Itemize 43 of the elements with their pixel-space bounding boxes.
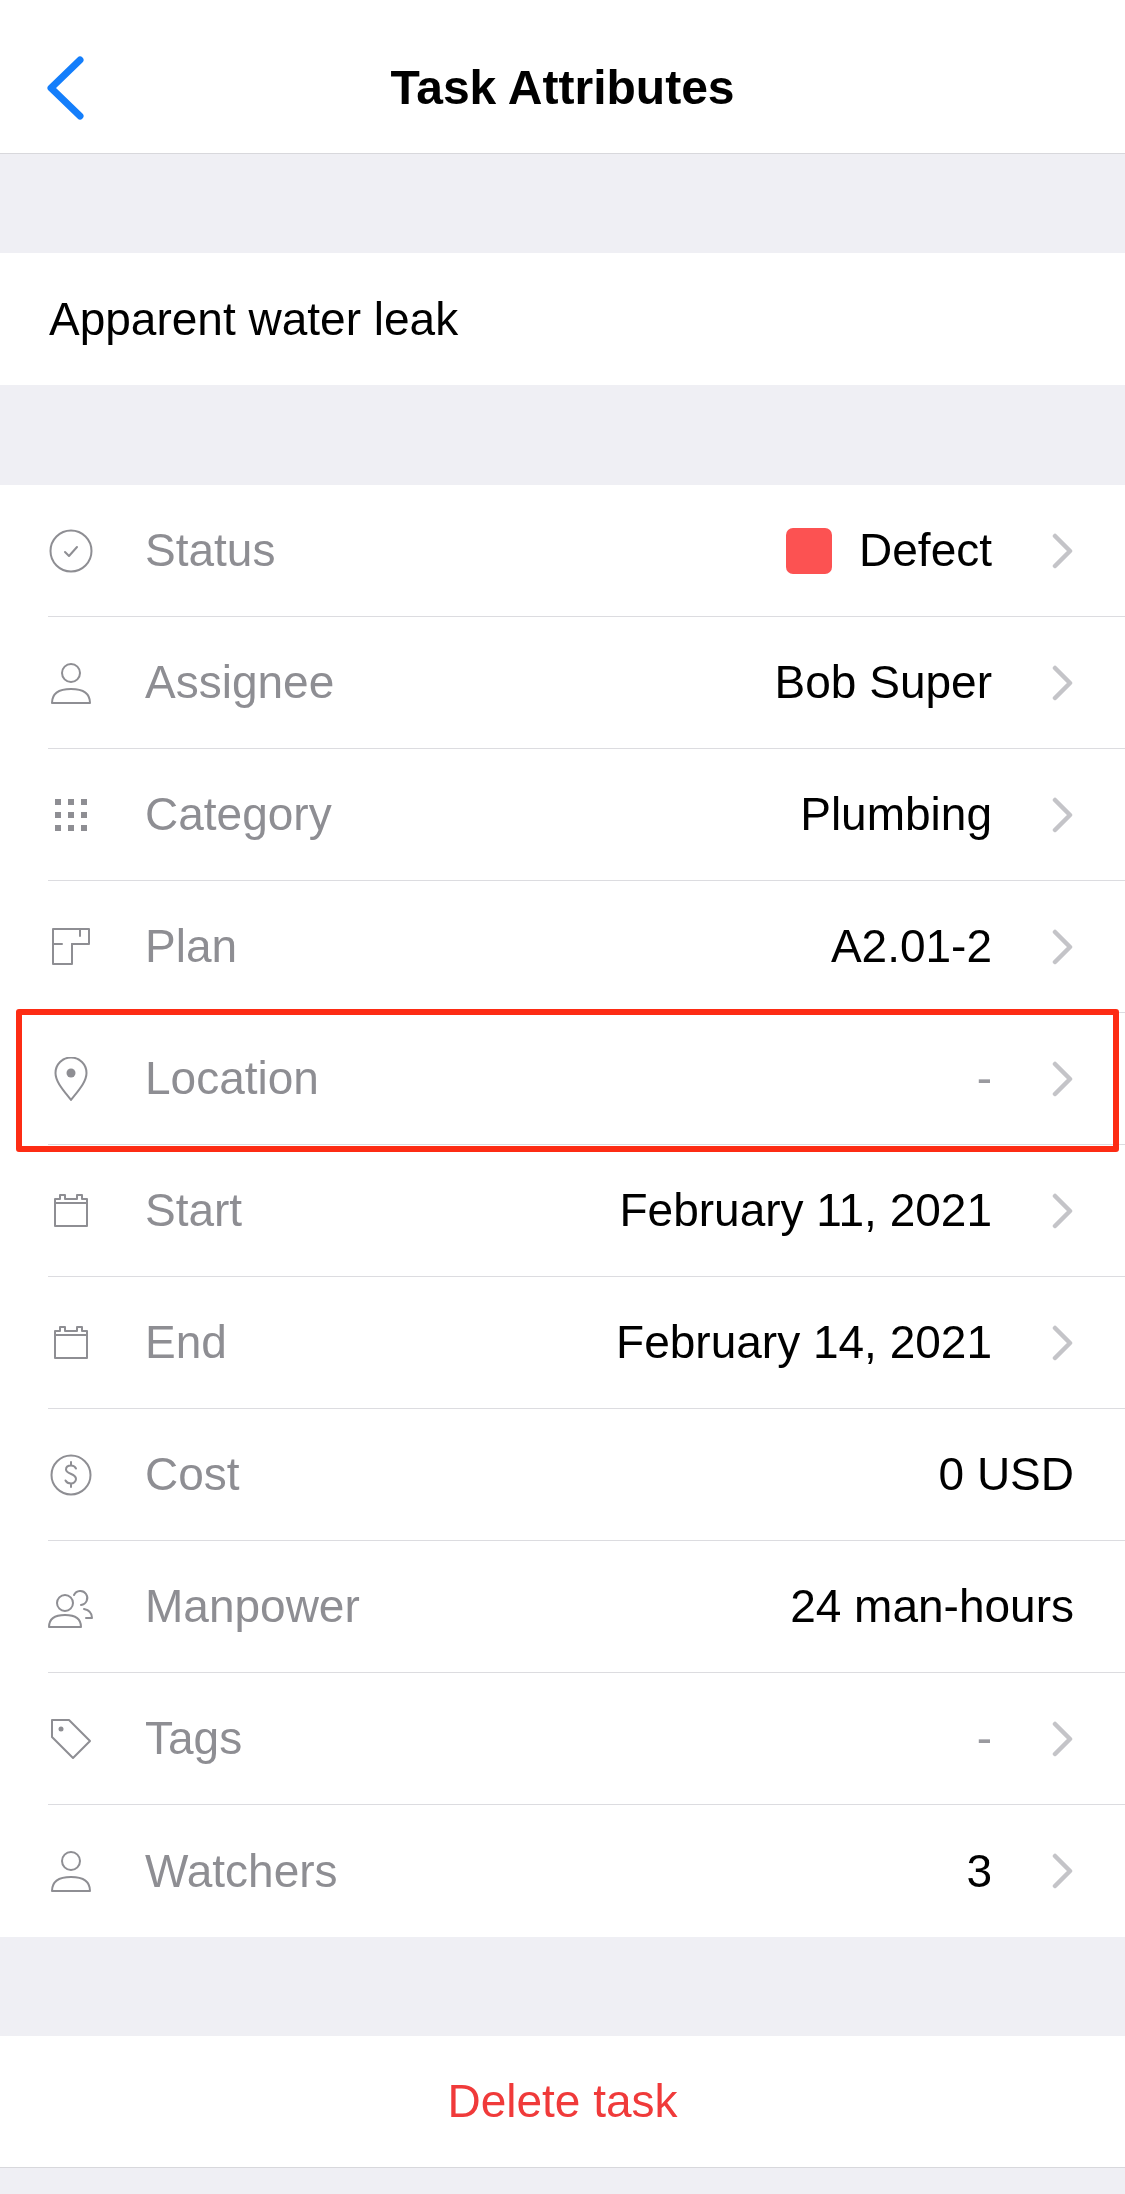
task-title: Apparent water leak: [49, 291, 459, 347]
attribute-row[interactable]: Watchers 3: [0, 1805, 1125, 1937]
calendar-icon: [54, 1194, 88, 1227]
back-chevron-icon: [45, 56, 85, 120]
attribute-label: Assignee: [145, 655, 335, 710]
attribute-row[interactable]: End February 14, 2021: [0, 1277, 1125, 1409]
location-pin-icon: [54, 1056, 88, 1101]
attribute-value: A2.01-2: [830, 919, 992, 974]
attribute-value: 24 man-hours: [790, 1579, 1074, 1634]
dollar-circle-icon: [50, 1453, 92, 1496]
attribute-label: Cost: [145, 1447, 240, 1502]
attribute-label: Location: [145, 1051, 319, 1106]
person-icon: [50, 661, 92, 704]
attribute-row[interactable]: Assignee Bob Super: [0, 617, 1125, 749]
attribute-row[interactable]: Category Plumbing: [0, 749, 1125, 881]
attribute-row[interactable]: Status Defect: [0, 485, 1125, 617]
attribute-value: February 14, 2021: [616, 1315, 992, 1370]
nav-title: Task Attributes: [390, 59, 735, 116]
attribute-value: 0 USD: [938, 1447, 1074, 1502]
attribute-value: -: [976, 1711, 992, 1766]
attribute-row[interactable]: Plan A2.01-2: [0, 881, 1125, 1013]
grid-icon: [54, 797, 88, 832]
attribute-label: Watchers: [145, 1843, 338, 1899]
attribute-row[interactable]: Start February 11, 2021: [0, 1145, 1125, 1277]
check-circle-icon: [49, 528, 93, 573]
attribute-value: February 11, 2021: [619, 1183, 992, 1238]
attribute-value: Defect: [859, 523, 992, 578]
floor-plan-icon: [52, 928, 90, 965]
attribute-label: Manpower: [145, 1579, 360, 1634]
attribute-label: Status: [145, 523, 276, 578]
attribute-label: Category: [145, 787, 332, 842]
attribute-value: Bob Super: [774, 655, 992, 710]
attribute-value: 3: [966, 1843, 992, 1899]
attribute-label: Tags: [145, 1711, 243, 1766]
attribute-label: Plan: [145, 919, 238, 974]
delete-task-button[interactable]: Delete task: [0, 2036, 1125, 2167]
attribute-value: -: [976, 1051, 992, 1106]
attribute-value: Plumbing: [800, 787, 992, 842]
attribute-label: End: [145, 1315, 227, 1370]
attribute-label: Start: [145, 1183, 243, 1238]
calendar-icon: [54, 1326, 88, 1359]
tag-icon: [50, 1717, 92, 1760]
person-icon: [50, 1850, 92, 1892]
